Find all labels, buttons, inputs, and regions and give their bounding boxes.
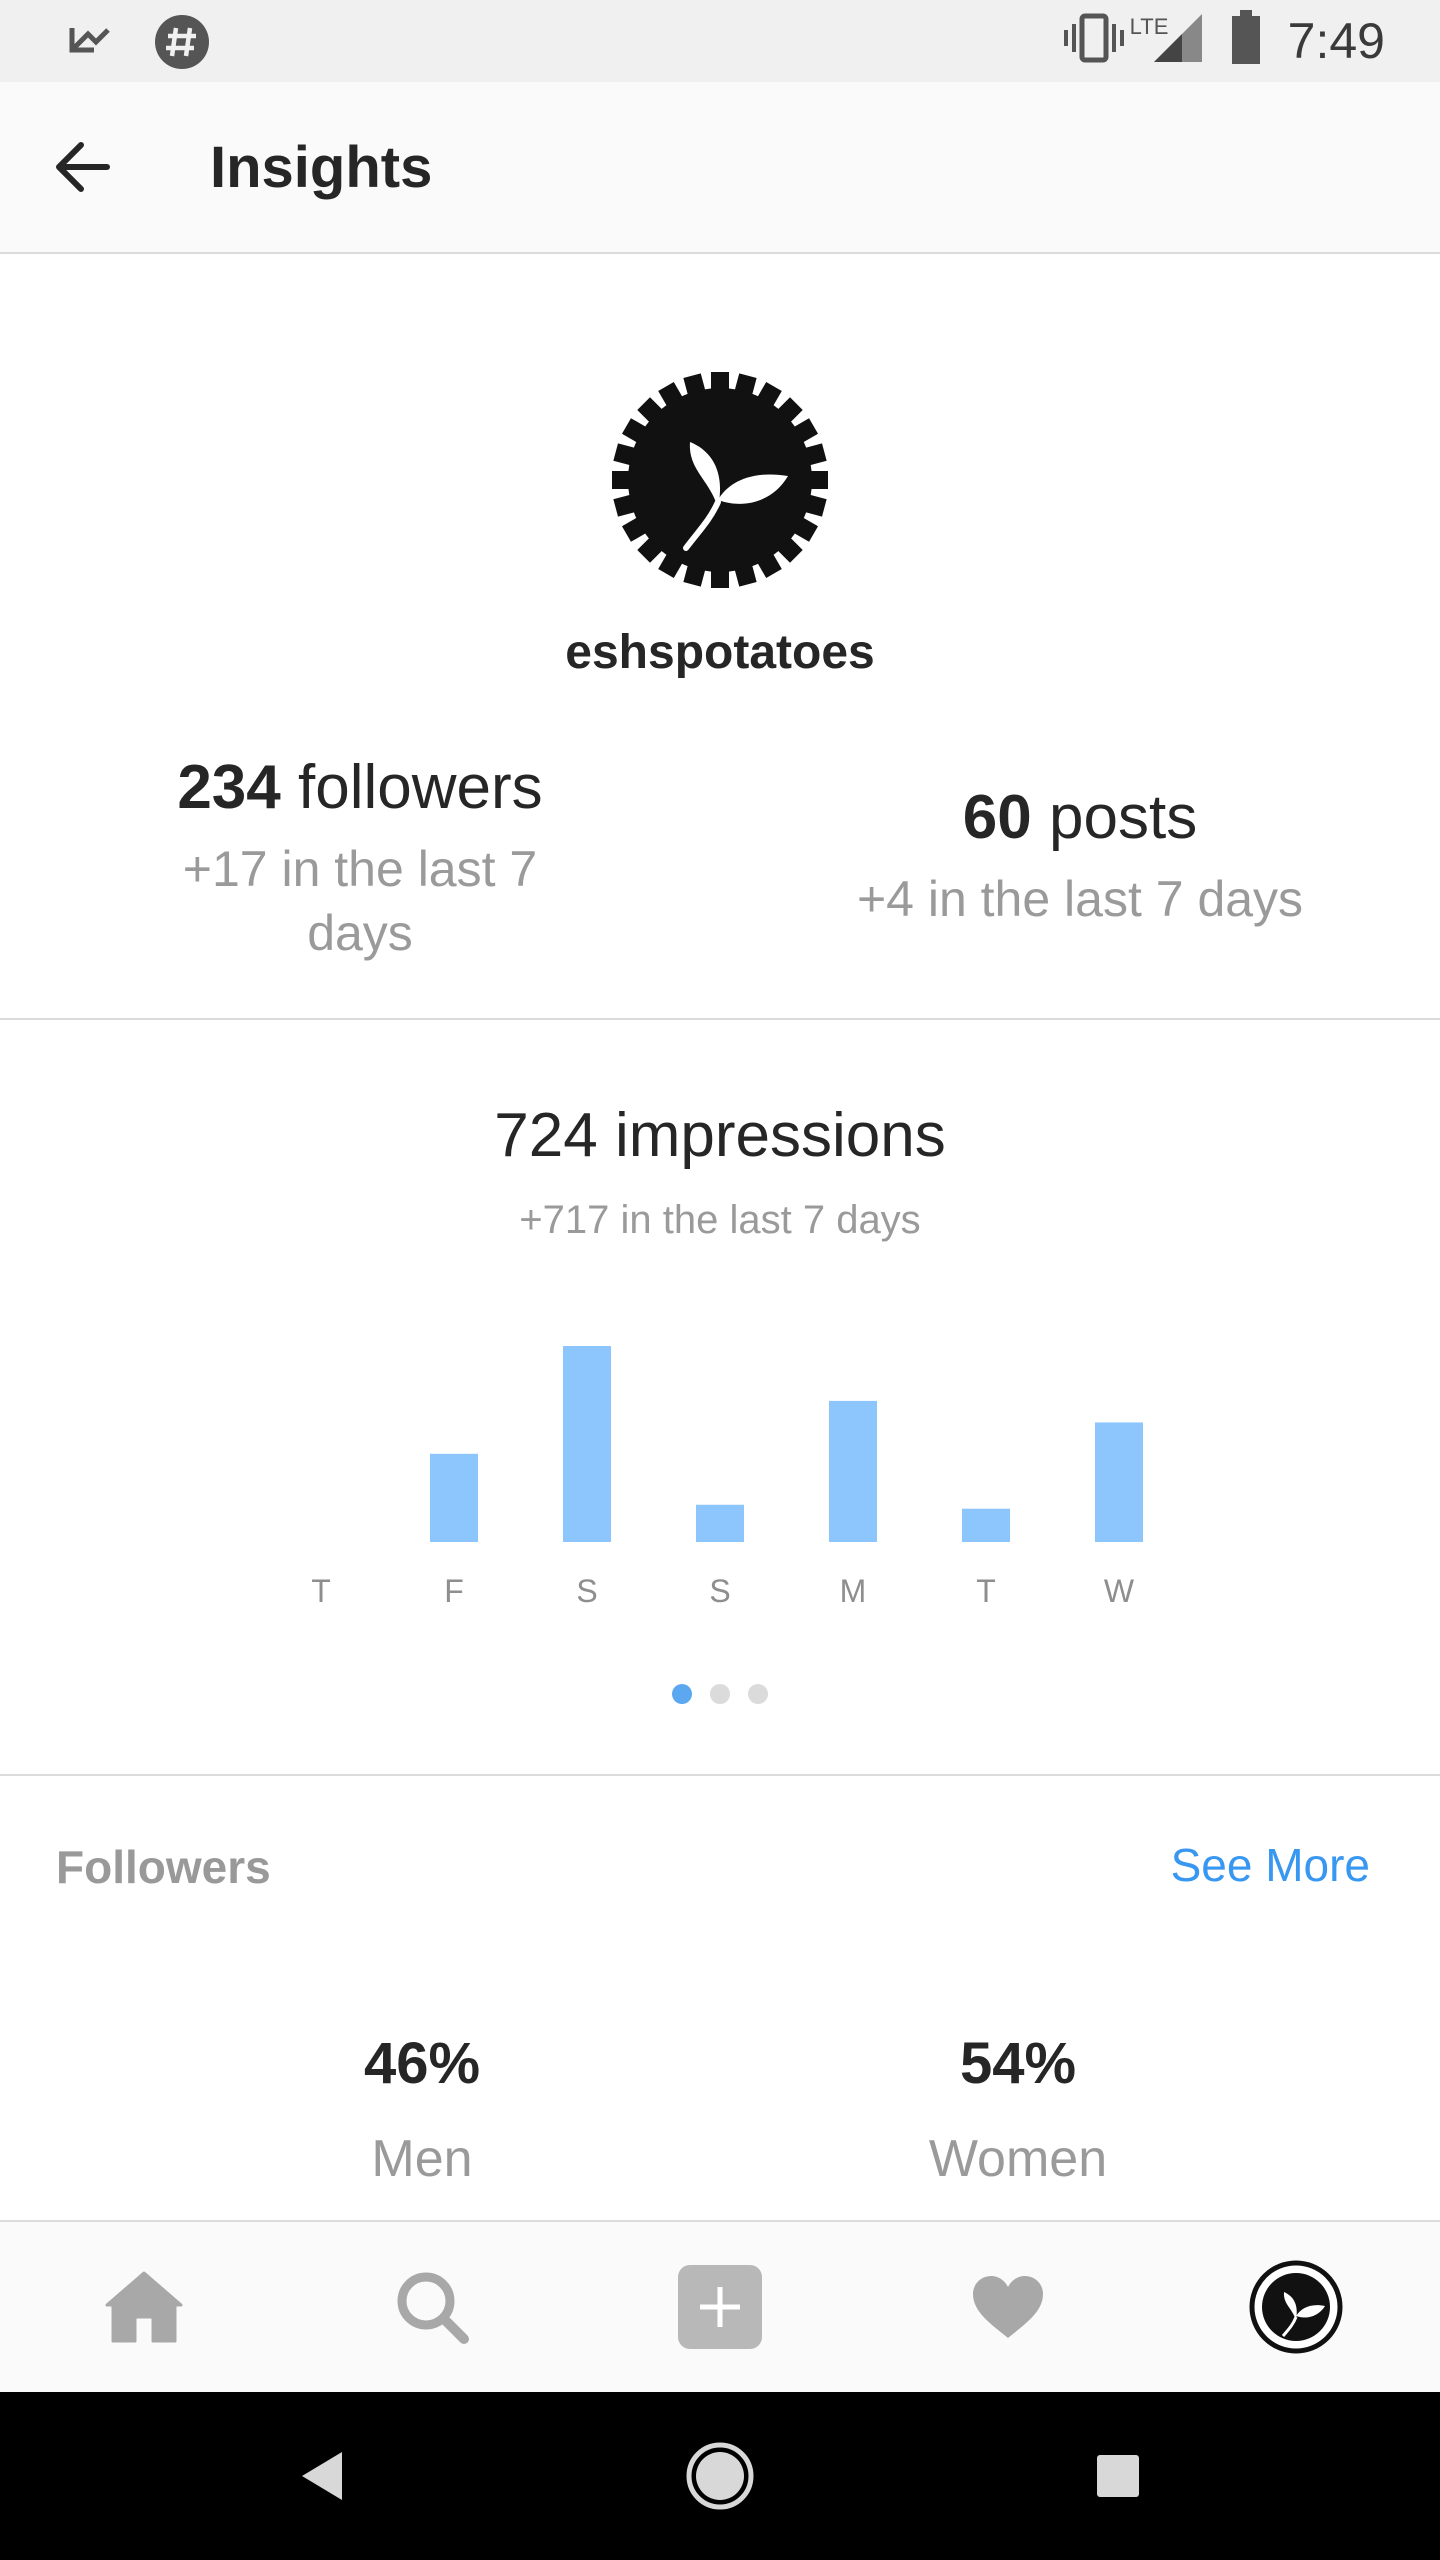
back-button[interactable]: [40, 124, 126, 210]
profile-avatar-icon: [1249, 2260, 1343, 2354]
chart-tick-label: S: [709, 1573, 730, 1609]
nav-recents-button[interactable]: [1018, 2392, 1218, 2560]
women-label: Women: [928, 2130, 1108, 2188]
arrow-back-icon: [56, 142, 110, 192]
see-more-link[interactable]: See More: [1171, 1838, 1370, 1892]
chart-tick-label: T: [311, 1573, 331, 1609]
app-bar: Insights: [0, 82, 1440, 254]
followers-label: followers: [298, 753, 543, 822]
pager-dot[interactable]: [672, 1684, 692, 1704]
system-nav-bar: [0, 2392, 1440, 2560]
men-percent: 46%: [363, 2031, 481, 2096]
gear-leaf-logo-icon: [610, 370, 830, 590]
followers-count-line: 234 followers: [150, 752, 570, 823]
impressions-title: 724 impressions: [494, 1101, 946, 1170]
tab-home[interactable]: [0, 2222, 288, 2392]
clock: 7:49: [1287, 12, 1385, 69]
battery-icon: [1230, 10, 1262, 71]
divider: [0, 1018, 1440, 1020]
heart-icon: [973, 2276, 1043, 2338]
recents-square-icon: [1097, 2455, 1139, 2497]
page-title: Insights: [210, 135, 433, 200]
followers-stat[interactable]: 234 followers +17 in the last 7 days: [150, 752, 570, 965]
vibrate-icon: [1062, 12, 1126, 69]
signal-icon: LTE: [1130, 12, 1204, 69]
chart-bar: [430, 1453, 478, 1542]
divider: [0, 1774, 1440, 1776]
posts-stat[interactable]: 60 posts +4 in the last 7 days: [800, 782, 1360, 931]
username: eshspotatoes: [565, 626, 875, 679]
home-icon: [105, 2271, 183, 2343]
network-type: LTE: [1129, 14, 1169, 39]
chart-bar: [1095, 1422, 1143, 1542]
impressions-bar-chart: TFSSMTW: [311, 1346, 1143, 1609]
chart-bar: [962, 1508, 1010, 1542]
search-icon: [397, 2272, 469, 2344]
chart-tick-label: M: [840, 1573, 867, 1609]
chart-bar: [829, 1400, 877, 1542]
tab-profile[interactable]: [1152, 2222, 1440, 2392]
tab-search[interactable]: [288, 2222, 576, 2392]
impressions-delta: +717 in the last 7 days: [519, 1198, 921, 1242]
pager-dot[interactable]: [710, 1684, 730, 1704]
women-percent: 54%: [959, 2031, 1077, 2096]
status-bar-right: LTE 7:49: [1062, 10, 1385, 71]
men-label: Men: [371, 2130, 473, 2188]
status-bar-left: [62, 14, 210, 75]
bottom-tab-bar: [0, 2220, 1440, 2392]
nav-home-button[interactable]: [620, 2392, 820, 2560]
chart-bar: [696, 1504, 744, 1542]
chart-tick-label: T: [976, 1573, 996, 1609]
posts-count-line: 60 posts: [800, 782, 1360, 853]
chart-bar: [563, 1346, 611, 1542]
followers-count: 234: [177, 753, 281, 822]
chart-pager[interactable]: [0, 1684, 1440, 1704]
impressions-chart[interactable]: TFSSMTW: [270, 1300, 1170, 1620]
followers-delta: +17 in the last 7 days: [182, 841, 538, 961]
chart-tick-label: S: [576, 1573, 597, 1609]
pager-dot[interactable]: [748, 1684, 768, 1704]
followers-section-title: Followers: [56, 1841, 271, 1893]
status-bar: LTE 7:49: [0, 0, 1440, 82]
missed-call-icon: [62, 16, 114, 73]
home-circle-icon: [686, 2442, 754, 2510]
posts-delta: +4 in the last 7 days: [856, 871, 1304, 927]
tab-add-post[interactable]: [576, 2222, 864, 2392]
posts-label: posts: [1049, 783, 1198, 852]
add-post-icon: [678, 2265, 762, 2349]
back-triangle-icon: [302, 2452, 342, 2500]
gender-women: 54% Women: [818, 2030, 1218, 2189]
gender-men: 46% Men: [222, 2030, 622, 2189]
nav-back-button[interactable]: [222, 2392, 422, 2560]
posts-count: 60: [962, 783, 1032, 852]
tab-activity[interactable]: [864, 2222, 1152, 2392]
slack-notification-icon: [154, 14, 210, 75]
chart-tick-label: F: [444, 1573, 464, 1609]
chart-tick-label: W: [1104, 1573, 1135, 1609]
